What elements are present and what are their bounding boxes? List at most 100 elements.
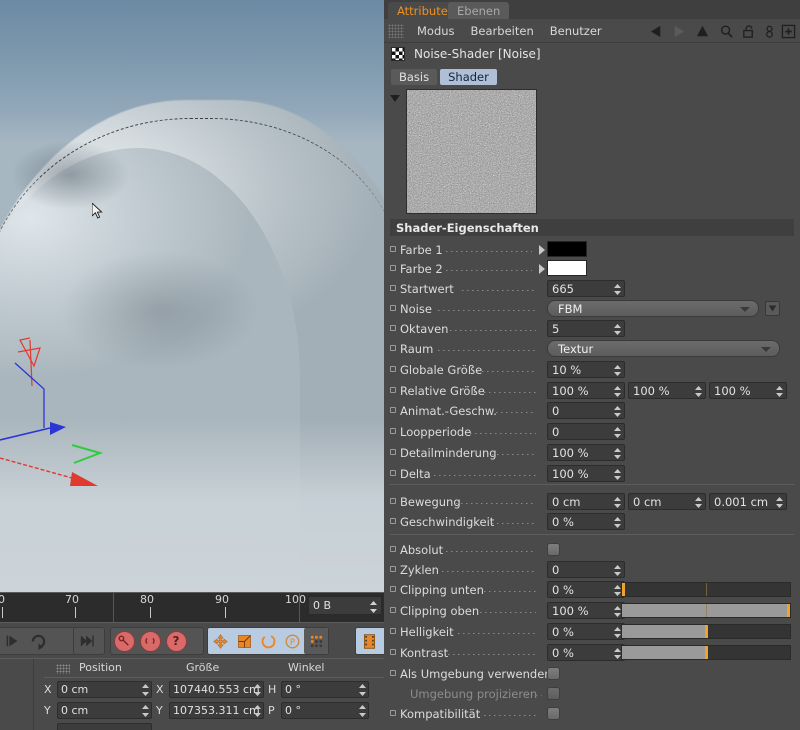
size-y-field[interactable]: 107353.311 cm [169, 702, 264, 719]
property-bullet[interactable] [390, 518, 396, 524]
animation-toolbar[interactable]: ? P [0, 622, 387, 658]
property-bullet[interactable] [390, 428, 396, 434]
preset-dropdown-icon[interactable] [765, 301, 780, 316]
property-row-detailminderung[interactable]: Detailminderung 100 % [384, 443, 800, 463]
relative-groesse-y-field[interactable]: 100 % [628, 382, 706, 399]
up-arrow-icon[interactable] [694, 23, 710, 39]
spinner-arrows-icon[interactable] [142, 705, 149, 717]
spinner-arrows-icon[interactable] [359, 684, 366, 696]
tab-attribute[interactable]: Attribute [388, 2, 457, 19]
property-row-oktaven[interactable]: Oktaven 5 [384, 319, 800, 339]
attribute-menu-bar[interactable]: Modus Bearbeiten Benutzer [384, 19, 800, 43]
spinner-arrows-icon[interactable] [614, 427, 621, 438]
sub-tab-shader[interactable]: Shader [440, 68, 497, 85]
play-loop-button[interactable] [25, 628, 51, 654]
angle-h-field[interactable]: 0 ° [281, 681, 369, 698]
spinner-arrows-icon[interactable] [359, 705, 366, 717]
record-keyframe-button[interactable] [111, 628, 137, 654]
size-x-field[interactable]: 107440.553 cm [169, 681, 264, 698]
link-chain-icon[interactable] [761, 23, 777, 39]
triangle-down-icon[interactable] [390, 95, 400, 102]
drag-handle-dots[interactable] [388, 23, 404, 38]
angle-p-field[interactable]: 0 ° [281, 702, 369, 719]
chevron-down-icon[interactable] [761, 347, 771, 352]
property-row-delta[interactable]: Delta 100 % [384, 464, 800, 484]
property-bullet[interactable] [390, 546, 396, 552]
noise-preview-thumbnail[interactable] [406, 89, 537, 214]
globale-groesse-field[interactable]: 10 % [547, 361, 625, 378]
helligkeit-slider[interactable] [621, 624, 791, 639]
clipping-oben-field[interactable]: 100 % [547, 602, 625, 619]
autokeying-button[interactable] [137, 628, 163, 654]
manager-tab-bar[interactable]: Attribute Ebenen [384, 0, 800, 19]
spinner-arrows-icon[interactable] [614, 386, 621, 397]
axis-gizmo[interactable] [0, 330, 150, 500]
forward-arrow-icon[interactable] [670, 23, 686, 39]
spinner-arrows-icon[interactable] [614, 469, 621, 480]
bewegung-x-field[interactable]: 0 cm [547, 493, 625, 510]
menu-benutzer[interactable]: Benutzer [542, 24, 610, 38]
axis-dots-button[interactable] [304, 628, 328, 654]
property-row-kontrast[interactable]: Kontrast 0 % [384, 643, 800, 663]
object-header[interactable]: Noise-Shader [Noise] [384, 43, 800, 65]
property-row-globale-groesse[interactable]: Globale Größe 10 % [384, 360, 800, 380]
spinner-arrows-icon[interactable] [776, 386, 783, 397]
property-row-bewegung[interactable]: Bewegung 0 cm 0 cm 0.001 cm [384, 492, 800, 512]
timeline-ruler-bar[interactable]: 0 70 80 90 100 0 B [0, 592, 384, 623]
timeline-ruler[interactable]: 0 70 80 90 100 [0, 593, 306, 623]
property-bullet[interactable] [390, 607, 396, 613]
oktaven-field[interactable]: 5 [547, 320, 625, 337]
property-bullet[interactable] [390, 246, 396, 252]
clipping-oben-slider[interactable] [621, 603, 791, 618]
position-y-field[interactable]: 0 cm [57, 702, 152, 719]
play-forward-button[interactable] [0, 628, 25, 654]
spinner-arrows-icon[interactable] [614, 324, 621, 335]
spinner-arrows-icon[interactable] [614, 565, 621, 576]
clipping-unten-field[interactable]: 0 % [547, 581, 625, 598]
property-row-zyklen[interactable]: Zyklen 0 [384, 560, 800, 580]
unlock-padlock-icon[interactable] [740, 23, 756, 39]
position-z-field[interactable] [57, 723, 152, 730]
raum-dropdown[interactable]: Textur [547, 340, 780, 357]
property-row-helligkeit[interactable]: Helligkeit 0 % [384, 622, 800, 642]
geschwindigkeit-field[interactable]: 0 % [547, 513, 625, 530]
property-row-startwert[interactable]: Startwert 665 [384, 279, 800, 299]
render-view-group[interactable] [355, 627, 387, 655]
drag-handle-dots[interactable] [56, 664, 70, 674]
color-swatch-farbe-2[interactable] [547, 260, 587, 276]
property-bullet[interactable] [390, 498, 396, 504]
spinner-arrows-icon[interactable] [614, 284, 621, 295]
property-row-noise[interactable]: Noise FBM [384, 299, 800, 319]
chevron-down-icon[interactable] [740, 307, 750, 312]
spinner-arrows-icon[interactable] [614, 406, 621, 417]
property-row-raum[interactable]: Raum Textur [384, 339, 800, 359]
go-to-end-group[interactable] [73, 627, 105, 655]
helligkeit-field[interactable]: 0 % [547, 623, 625, 640]
bewegung-y-field[interactable]: 0 cm [628, 493, 706, 510]
property-row-geschwindigkeit[interactable]: Geschwindigkeit 0 % [384, 512, 800, 532]
spinner-arrows-icon[interactable] [254, 705, 261, 717]
property-bullet[interactable] [390, 586, 396, 592]
property-bullet[interactable] [390, 628, 396, 634]
relative-groesse-x-field[interactable]: 100 % [547, 382, 625, 399]
attribute-manager[interactable]: Attribute Ebenen Modus Bearbeiten Benutz… [384, 0, 800, 730]
property-bullet[interactable] [390, 285, 396, 291]
spinner-arrows-icon[interactable] [695, 497, 702, 508]
rotate-tool-button[interactable] [256, 628, 280, 654]
clipping-unten-slider[interactable] [621, 582, 791, 597]
relative-groesse-z-field[interactable]: 100 % [709, 382, 787, 399]
sub-tab-basis[interactable]: Basis [391, 68, 438, 85]
plus-box-icon[interactable] [780, 23, 796, 39]
property-row-farbe-1[interactable]: Farbe 1 [384, 240, 800, 260]
property-row-absolut[interactable]: Absolut [384, 540, 800, 560]
scale-tool-button[interactable] [232, 628, 256, 654]
property-row-als-umgebung-verwenden[interactable]: Als Umgebung verwenden [384, 664, 800, 684]
property-bullet[interactable] [390, 470, 396, 476]
property-bullet[interactable] [390, 566, 396, 572]
spinner-arrows-icon[interactable] [614, 585, 621, 596]
spinner-arrows-icon[interactable] [614, 606, 621, 617]
property-row-farbe-2[interactable]: Farbe 2 [384, 259, 800, 279]
spinner-arrows-icon[interactable] [370, 601, 377, 613]
spinner-arrows-icon[interactable] [614, 497, 621, 508]
loopperiode-field[interactable]: 0 [547, 423, 625, 440]
